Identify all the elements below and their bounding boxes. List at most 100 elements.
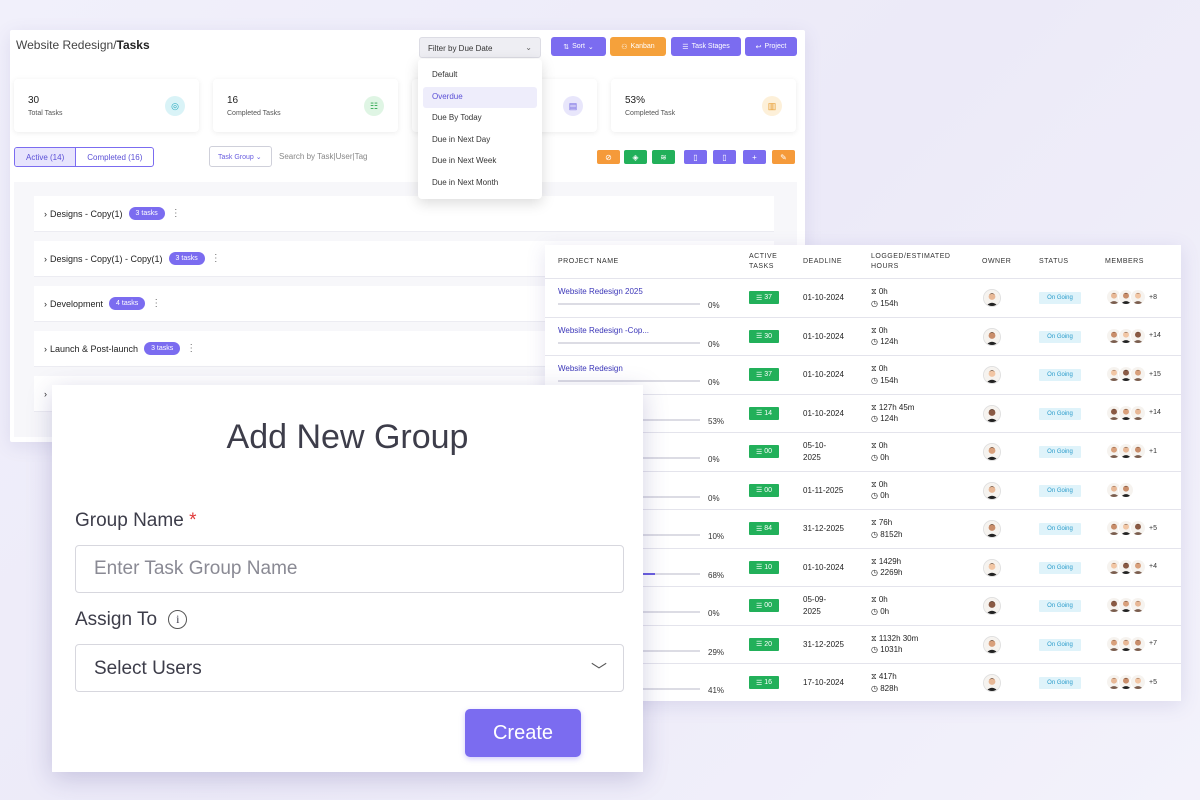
more-options-icon[interactable]: ⋮ [171, 208, 181, 219]
filter-clear-icon[interactable]: ⊘ [597, 150, 620, 164]
owner-avatar[interactable] [983, 635, 1001, 654]
member-avatar [1130, 674, 1146, 690]
estimated-hours: 1031h [880, 645, 903, 655]
owner-avatar[interactable] [983, 443, 1001, 461]
chevron-right-icon[interactable]: › [44, 209, 47, 219]
hourglass-icon: ⧖ [871, 633, 877, 643]
progress-percent: 53% [708, 416, 725, 426]
active-tasks-badge: ☰ 00 [749, 483, 779, 497]
logged-hours: 76h [878, 518, 893, 527]
list-item[interactable]: › Designs - Copy(1) 3 tasks ⋮ [34, 196, 774, 232]
project-name-link[interactable]: Website Redesign 2025 [558, 287, 643, 296]
more-options-icon[interactable]: ⋮ [211, 253, 221, 264]
create-button[interactable]: Create [465, 709, 581, 757]
members-stack[interactable]: +15 [1106, 366, 1161, 382]
logged-hours: 127h 45m [878, 402, 915, 412]
menu-item-due-next-month[interactable]: Due in Next Month [423, 173, 537, 195]
owner-avatar[interactable] [983, 366, 1001, 384]
chevron-right-icon[interactable]: › [44, 389, 47, 399]
chevron-right-icon[interactable]: › [44, 254, 47, 264]
owner-avatar[interactable] [983, 674, 1001, 692]
members-stack[interactable]: +5 [1106, 674, 1157, 690]
table-row[interactable]: Website Redesign 2025 0% ☰ 37 01-10-2024 ⧖ 0… [545, 278, 1181, 317]
status-badge: On Going [1039, 561, 1081, 574]
menu-item-due-today[interactable]: Due By Today [423, 108, 537, 130]
deadline-date: 05-09-2025 [803, 595, 827, 616]
edit-icon[interactable]: ✎ [772, 150, 795, 164]
status-badge: On Going [1039, 638, 1081, 651]
owner-avatar[interactable] [983, 558, 1001, 577]
stat-value: 30 [28, 95, 40, 106]
members-stack[interactable]: +14 [1106, 327, 1161, 344]
stat-label: Completed Task [625, 110, 676, 117]
owner-avatar[interactable] [983, 597, 1001, 615]
active-tasks-badge: ☰ 84 [749, 522, 779, 535]
members-more-count: +8 [1149, 293, 1157, 301]
more-options-icon[interactable]: ⋮ [186, 343, 196, 354]
active-tasks-badge: ☰ 00 [749, 445, 779, 458]
members-stack[interactable]: +5 [1106, 520, 1157, 536]
project-name-link[interactable]: Website Redesign -Cop... [558, 326, 649, 335]
task-search-input[interactable] [273, 146, 423, 167]
list-icon: ☰ [682, 43, 689, 51]
status-badge: On Going [1039, 677, 1081, 689]
member-avatar [1130, 327, 1146, 344]
due-date-filter-select[interactable]: Filter by Due Date ⌄ [419, 37, 541, 58]
task-stages-button[interactable]: ☰ Task Stages [671, 37, 741, 56]
info-icon[interactable]: i [168, 610, 188, 630]
members-stack[interactable]: +14 [1106, 404, 1161, 421]
owner-avatar[interactable] [983, 289, 1001, 307]
column-header-project: PROJECT NAME [558, 257, 619, 265]
more-options-icon[interactable]: ⋮ [151, 298, 161, 309]
members-stack[interactable]: +8 [1106, 289, 1157, 305]
menu-item-due-next-day[interactable]: Due in Next Day [423, 130, 537, 152]
member-avatar [1130, 597, 1146, 613]
chevron-right-icon[interactable]: › [44, 344, 47, 354]
logged-hours: 1132h 30m [878, 633, 919, 643]
group-name-input[interactable] [75, 545, 624, 593]
progress-percent: 0% [708, 609, 720, 618]
plus-icon[interactable]: + [743, 150, 766, 164]
active-tasks-count: 84 [764, 525, 773, 532]
clock-icon: ◷ [871, 683, 878, 693]
members-stack[interactable]: +7 [1106, 635, 1157, 652]
tab-active[interactable]: Active (14) [15, 148, 77, 166]
menu-item-overdue[interactable]: Overdue [423, 86, 537, 108]
members-more-count: +4 [1149, 563, 1157, 570]
project-name-link[interactable]: Website Redesign [558, 364, 623, 373]
menu-item-default[interactable]: Default [423, 65, 537, 87]
progress-percent: 0% [708, 493, 720, 503]
active-tasks-badge: ☰ 30 [749, 329, 779, 343]
file-icon[interactable]: ▯ [684, 150, 707, 164]
members-stack[interactable]: +1 [1106, 443, 1157, 459]
members-stack[interactable] [1106, 597, 1149, 613]
member-avatar [1130, 366, 1146, 382]
members-more-count: +5 [1149, 524, 1157, 532]
project-back-button[interactable]: ↩ Project [745, 37, 797, 56]
menu-item-due-next-week[interactable]: Due in Next Week [423, 151, 537, 173]
breadcrumb-project[interactable]: Website Redesign/ [16, 38, 117, 52]
task-stages-label: Task Stages [691, 43, 730, 50]
active-tasks-count: 20 [764, 640, 773, 648]
tab-completed[interactable]: Completed (16) [76, 148, 153, 166]
members-stack[interactable]: +4 [1106, 558, 1157, 575]
assign-users-select[interactable]: Select Users ﹀ [75, 644, 624, 692]
members-stack[interactable] [1106, 481, 1137, 498]
table-row[interactable]: Website Redesign -Cop... 0% ☰ 30 01-10-2024… [545, 316, 1181, 356]
checklist-icon: ☷ [364, 96, 384, 116]
status-badge: On Going [1039, 407, 1081, 420]
required-asterisk: * [189, 510, 197, 531]
chevron-right-icon[interactable]: › [44, 299, 47, 309]
file-add-icon[interactable]: ▯ [713, 150, 736, 164]
owner-avatar[interactable] [983, 520, 1001, 538]
owner-avatar[interactable] [983, 327, 1001, 346]
layers-icon[interactable]: ≋ [652, 150, 675, 164]
task-group-select[interactable]: Task Group ⌄ [209, 146, 272, 167]
owner-avatar[interactable] [983, 481, 1001, 500]
stat-card-total: 30 Total Tasks ◎ [14, 79, 199, 132]
owner-avatar[interactable] [983, 404, 1001, 423]
kanban-button[interactable]: ⚇ Kanban [610, 37, 666, 56]
hourglass-icon: ⧖ [871, 518, 877, 527]
tag-icon[interactable]: ◈ [624, 150, 647, 164]
sort-button[interactable]: ⇅ Sort ⌄ [551, 37, 606, 56]
